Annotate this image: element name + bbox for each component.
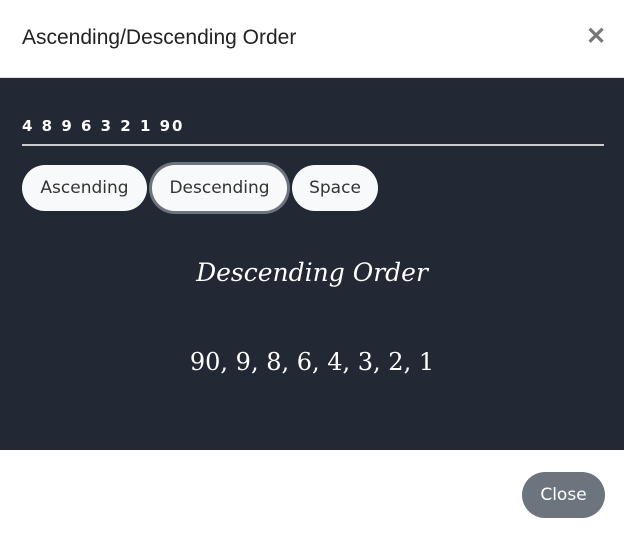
- modal-title: Ascending/Descending Order: [22, 26, 297, 49]
- close-button[interactable]: Close: [522, 472, 605, 518]
- modal-body: Ascending Descending Space Descending Or…: [0, 78, 624, 450]
- descending-button[interactable]: Descending: [152, 165, 287, 211]
- space-button[interactable]: Space: [292, 165, 378, 211]
- ascending-button[interactable]: Ascending: [22, 165, 147, 211]
- numbers-input[interactable]: [22, 108, 604, 146]
- modal-header: Ascending/Descending Order ✕: [0, 0, 624, 78]
- close-icon[interactable]: ✕: [586, 22, 606, 51]
- result-values: 90, 9, 8, 6, 4, 3, 2, 1: [189, 348, 435, 376]
- result-title: Descending Order: [196, 258, 428, 287]
